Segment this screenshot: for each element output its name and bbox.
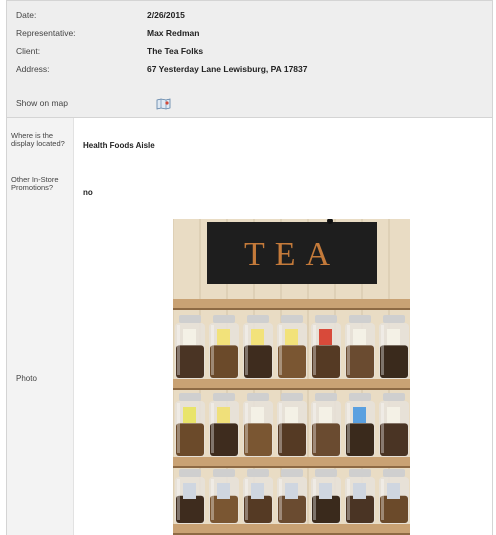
photo-row: Photo TEA (7, 214, 492, 535)
tea-jar (175, 393, 205, 457)
date-value: 2/26/2015 (147, 10, 185, 20)
tea-jar (209, 393, 239, 457)
tea-jar (243, 393, 273, 457)
client-value: The Tea Folks (147, 46, 204, 56)
tea-jar (311, 469, 341, 524)
date-label: Date: (16, 10, 37, 20)
tea-jar (277, 393, 307, 457)
tea-jar (277, 469, 307, 524)
photo-label: Photo (16, 374, 37, 383)
label-column: Where is the display located? (7, 118, 74, 170)
tea-jar (243, 469, 273, 524)
tea-jar (345, 469, 375, 524)
label-column: Photo (7, 214, 74, 535)
display-location-label: Where is the display located? (11, 131, 65, 148)
tea-jar (311, 315, 341, 379)
tea-sign-text: TEA (244, 236, 340, 273)
tea-jar (379, 393, 409, 457)
tea-jar (311, 393, 341, 457)
tea-jar (345, 315, 375, 379)
representative-value: Max Redman (147, 28, 200, 38)
report-header: Date: 2/26/2015 Representative: Max Redm… (7, 0, 492, 118)
tea-jar (379, 315, 409, 379)
tea-jar (345, 393, 375, 457)
tea-display-image: TEA (173, 219, 410, 535)
label-column: Other In-Store Promotions? (7, 170, 74, 214)
promotions-value: no (83, 188, 93, 197)
promotions-label: Other In-Store Promotions? (11, 175, 59, 192)
promotions-row: Other In-Store Promotions? no (7, 170, 492, 215)
tea-jar (209, 315, 239, 379)
tea-jar (175, 315, 205, 379)
tea-jar (175, 469, 205, 524)
store-photo[interactable]: TEA (173, 219, 410, 535)
tea-jar (379, 469, 409, 524)
tea-jar (209, 469, 239, 524)
client-label: Client: (16, 46, 41, 56)
visit-report: Date: 2/26/2015 Representative: Max Redm… (6, 0, 493, 535)
tea-jar (243, 315, 273, 379)
display-location-row: Where is the display located? Health Foo… (7, 118, 492, 171)
representative-label: Representative: (16, 28, 76, 38)
address-label: Address: (16, 64, 50, 74)
tea-jar (277, 315, 307, 379)
address-value: 67 Yesterday Lane Lewisburg, PA 17837 (147, 64, 308, 74)
display-location-value: Health Foods Aisle (83, 141, 155, 150)
map-icon[interactable] (156, 97, 171, 110)
show-on-map-label: Show on map (16, 98, 68, 108)
